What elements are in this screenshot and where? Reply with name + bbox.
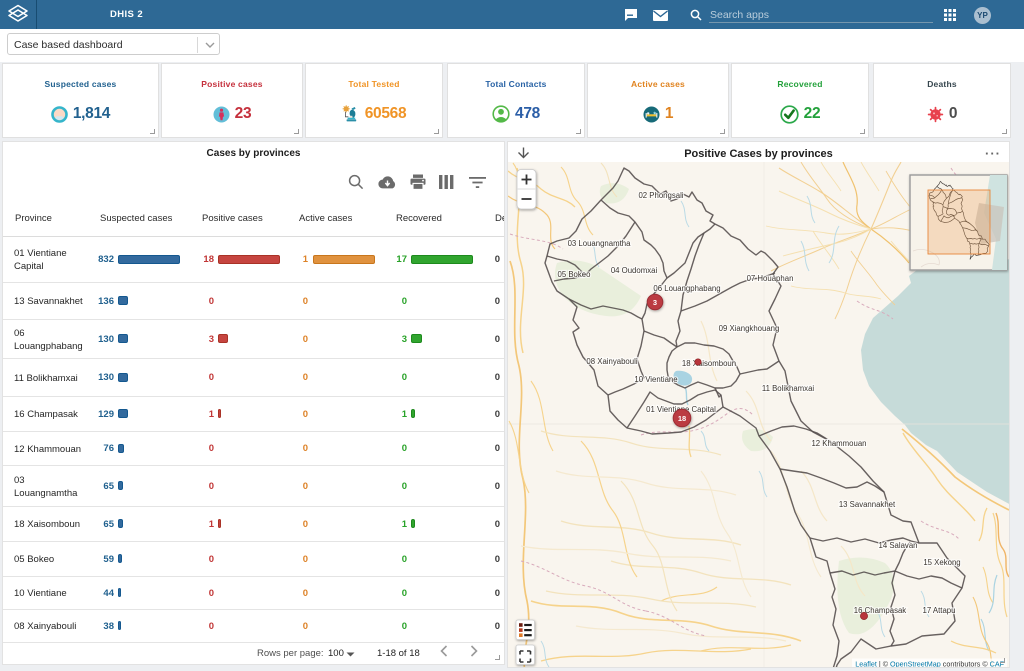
svg-text:3: 3 [653,298,657,307]
svg-text:06 Louangphabang: 06 Louangphabang [653,284,720,293]
svg-text:12 Khammouan: 12 Khammouan [811,439,866,448]
svg-text:18: 18 [678,414,686,423]
svg-text:17 Attapu: 17 Attapu [923,606,956,615]
svg-text:13 Savannakhet: 13 Savannakhet [839,500,896,509]
svg-text:15 Xekong: 15 Xekong [923,558,960,567]
svg-text:11 Bolikhamxai: 11 Bolikhamxai [762,384,815,393]
svg-text:03 Louangnamtha: 03 Louangnamtha [568,239,632,248]
svg-text:18 Xaisomboun: 18 Xaisomboun [682,359,736,368]
svg-text:07 Houaphan: 07 Houaphan [747,274,794,283]
svg-text:14 Salavan: 14 Salavan [878,541,917,550]
svg-text:04 Oudomxai: 04 Oudomxai [611,266,658,275]
svg-text:02 Phongsali: 02 Phongsali [638,191,683,200]
svg-text:05 Bokeo: 05 Bokeo [558,270,592,279]
svg-text:08 Xainyabouli: 08 Xainyabouli [586,357,637,366]
svg-text:Leaflet | © OpenStreetMap cont: Leaflet | © OpenStreetMap contributors ©… [855,660,1004,668]
svg-text:10 Vientiane: 10 Vientiane [634,375,677,384]
svg-text:09 Xiangkhouang: 09 Xiangkhouang [719,324,780,333]
